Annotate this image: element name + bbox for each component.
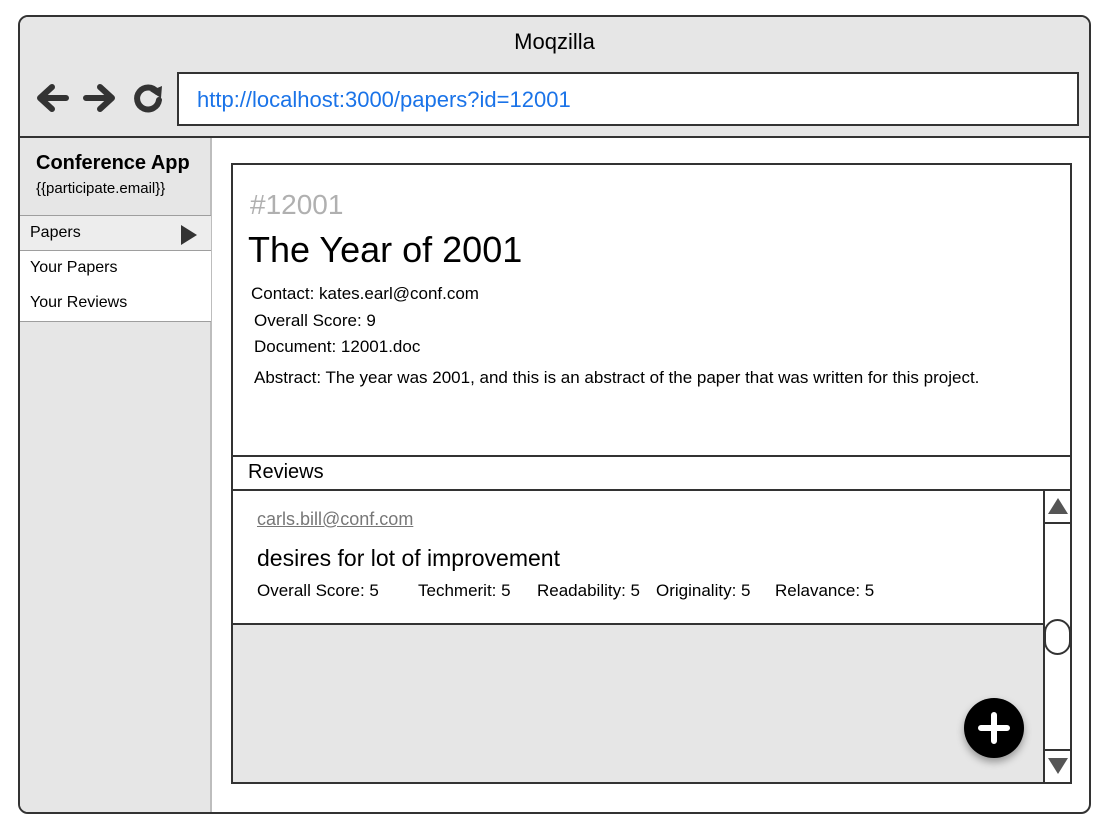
- review-relavance: Relavance: 5: [775, 581, 875, 600]
- sidebar: Conference App {{participate.email}} Pap…: [20, 138, 212, 812]
- add-review-button[interactable]: [964, 698, 1024, 758]
- browser-window: Moqzilla http://localhost:3000/papers?id…: [18, 15, 1091, 814]
- paper-contact: Contact: kates.earl@conf.com: [251, 284, 479, 303]
- sidebar-item-label: Your Reviews: [30, 294, 128, 311]
- user-email: {{participate.email}}: [36, 180, 166, 197]
- paper-overall-score: Overall Score: 9: [254, 311, 376, 330]
- scroll-up-icon[interactable]: [1045, 491, 1070, 524]
- app-title: Conference App: [36, 152, 190, 174]
- sidebar-item-papers[interactable]: Papers: [20, 215, 211, 251]
- paper-details-card: #12001 The Year of 2001 Contact: kates.e…: [231, 163, 1072, 457]
- reload-button[interactable]: [130, 80, 166, 116]
- sidebar-item-your-reviews[interactable]: Your Reviews: [20, 286, 211, 322]
- paper-id: #12001: [250, 189, 344, 220]
- sidebar-item-label: Papers: [30, 224, 81, 241]
- sidebar-item-label: Your Papers: [30, 259, 118, 276]
- back-button[interactable]: [34, 80, 70, 116]
- paper-title: The Year of 2001: [248, 229, 523, 270]
- review-techmerit: Techmerit: 5: [418, 581, 511, 600]
- reviews-scrollbar[interactable]: [1043, 491, 1071, 782]
- window-title: Moqzilla: [514, 29, 595, 54]
- paper-abstract: Abstract: The year was 2001, and this is…: [254, 368, 980, 387]
- plus-icon: [978, 712, 1010, 744]
- chevron-right-icon: [181, 225, 197, 245]
- reviews-header: Reviews: [231, 455, 1072, 491]
- review-card: carls.bill@conf.com desires for lot of i…: [233, 491, 1043, 625]
- reviews-list: carls.bill@conf.com desires for lot of i…: [231, 489, 1072, 784]
- forward-arrow-icon: [83, 84, 115, 112]
- review-overall-score: Overall Score: 5: [257, 581, 379, 600]
- forward-button[interactable]: [82, 80, 118, 116]
- sidebar-item-your-papers[interactable]: Your Papers: [20, 251, 211, 287]
- browser-chrome: Moqzilla http://localhost:3000/papers?id…: [20, 17, 1089, 138]
- review-comment: desires for lot of improvement: [257, 545, 560, 571]
- reload-icon: [134, 84, 162, 113]
- review-readability: Readability: 5: [537, 581, 641, 600]
- scroll-down-icon[interactable]: [1045, 749, 1070, 782]
- reviewer-email-link[interactable]: carls.bill@conf.com: [257, 509, 413, 530]
- url-bar[interactable]: http://localhost:3000/papers?id=12001: [177, 72, 1079, 126]
- paper-document: Document: 12001.doc: [254, 337, 421, 356]
- back-arrow-icon: [37, 84, 69, 112]
- review-originality: Originality: 5: [656, 581, 751, 600]
- scrollbar-thumb[interactable]: [1044, 619, 1071, 655]
